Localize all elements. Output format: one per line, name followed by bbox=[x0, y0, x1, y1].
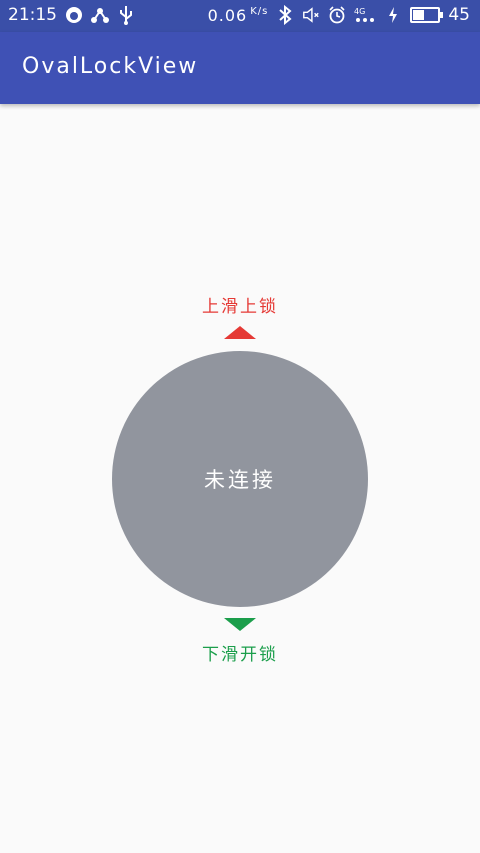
lock-view[interactable]: 上滑上锁 未连接 下滑开锁 bbox=[0, 104, 480, 853]
clock: 21:15 bbox=[8, 5, 57, 25]
status-bar-left: 21:15 bbox=[8, 5, 135, 25]
mute-icon bbox=[302, 5, 320, 25]
alarm-icon bbox=[328, 5, 346, 25]
battery-percent: 45 bbox=[448, 5, 470, 25]
connection-status: 未连接 bbox=[204, 468, 276, 492]
status-bar-right: 0.06 K/s 4G 45 bbox=[208, 5, 470, 25]
app-title: OvalLockView bbox=[22, 54, 199, 79]
bluetooth-icon bbox=[276, 5, 294, 25]
network-speed-unit: K/s bbox=[250, 5, 269, 17]
charging-icon bbox=[384, 5, 402, 25]
app-notification-icon bbox=[65, 5, 83, 25]
status-bar: 21:15 0.06 K/s 4G 45 bbox=[0, 0, 480, 32]
network-speed-value: 0.06 bbox=[207, 5, 248, 25]
share-icon bbox=[91, 5, 109, 25]
usb-icon bbox=[117, 5, 135, 25]
battery-icon bbox=[410, 7, 444, 23]
battery-fill bbox=[413, 10, 425, 20]
network-speed: 0.06 K/s bbox=[208, 6, 269, 25]
arrow-down-icon bbox=[224, 618, 256, 631]
network-type-label: 4G bbox=[354, 7, 365, 16]
mobile-data-4g-icon: 4G bbox=[354, 5, 376, 25]
arrow-up-icon bbox=[224, 326, 256, 339]
swipe-down-unlock-hint: 下滑开锁 bbox=[202, 645, 278, 665]
swipe-up-lock-hint: 上滑上锁 bbox=[202, 297, 278, 317]
oval-lock-button[interactable]: 未连接 bbox=[112, 351, 368, 607]
app-bar: OvalLockView bbox=[0, 32, 480, 104]
